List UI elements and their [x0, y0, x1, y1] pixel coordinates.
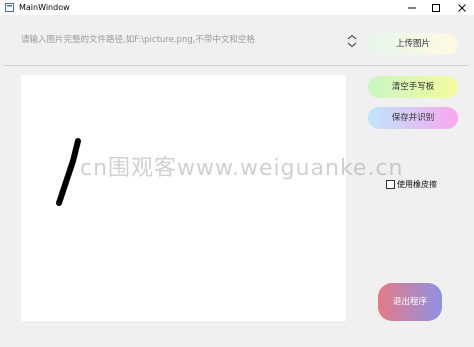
close-icon	[458, 4, 466, 12]
handwriting-canvas[interactable]	[21, 75, 346, 321]
divider	[4, 65, 468, 66]
save-recognize-button[interactable]: 保存并识别	[368, 107, 458, 129]
watermark-text: cn围观客www.weiguanke.cn	[80, 156, 404, 181]
spin-arrows-icon[interactable]	[346, 33, 358, 49]
file-path-input[interactable]	[16, 30, 351, 50]
app-icon	[5, 3, 14, 12]
minimize-icon	[408, 7, 416, 9]
title-bar: MainWindow	[0, 0, 474, 15]
window-title: MainWindow	[19, 3, 70, 12]
exit-button[interactable]: 退出程序	[378, 283, 442, 321]
clear-board-button[interactable]: 清空手写板	[368, 76, 458, 98]
minimize-button[interactable]	[400, 0, 424, 15]
maximize-button[interactable]	[424, 0, 448, 15]
upload-image-button[interactable]: 上传图片	[368, 33, 458, 55]
handwritten-stroke	[56, 138, 81, 206]
close-button[interactable]	[450, 0, 474, 15]
maximize-icon	[432, 4, 440, 12]
